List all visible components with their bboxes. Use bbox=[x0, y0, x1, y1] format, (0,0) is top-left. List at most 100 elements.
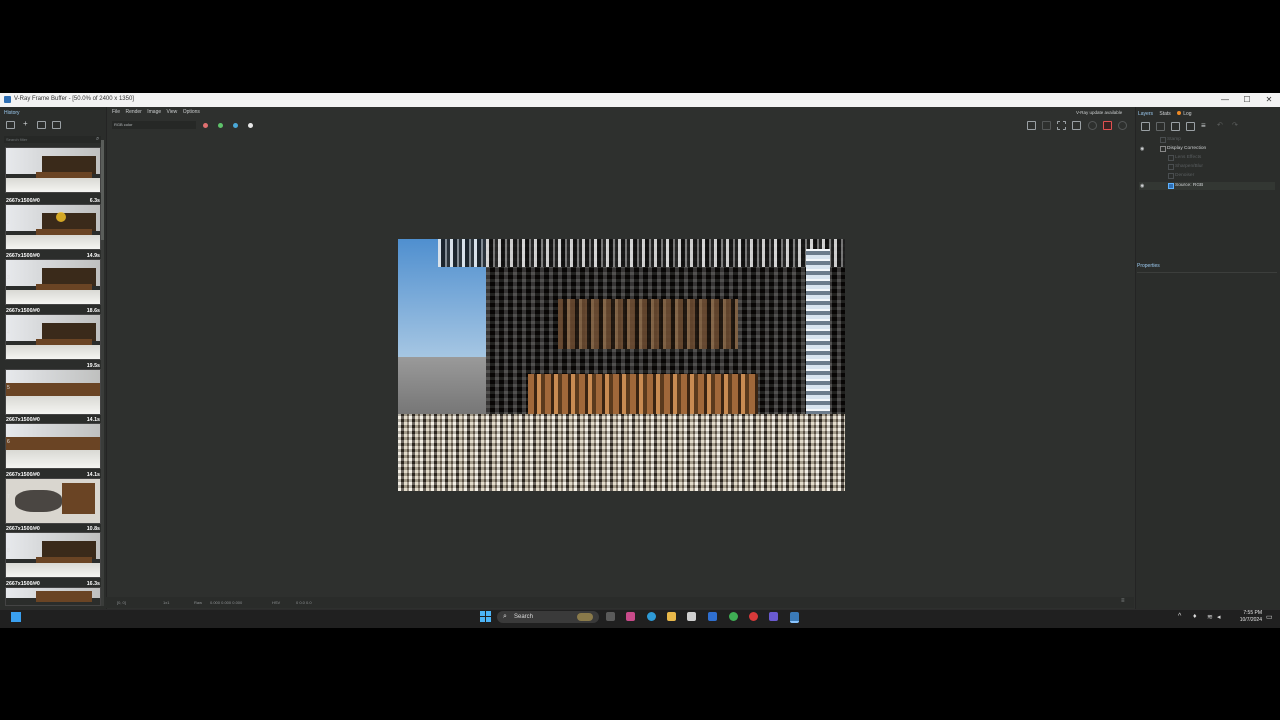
history-scrollbar-thumb[interactable] bbox=[101, 140, 104, 240]
menu-view[interactable]: View bbox=[167, 109, 178, 115]
clock-time: 7:55 PM bbox=[1243, 610, 1262, 616]
channel-select[interactable]: RGB color bbox=[112, 121, 196, 129]
layer-checkbox[interactable] bbox=[1160, 146, 1166, 152]
history-item-index: 3 bbox=[7, 275, 10, 281]
layer-denoiser[interactable]: Denoiser bbox=[1139, 172, 1275, 180]
opera-icon[interactable] bbox=[749, 612, 758, 621]
menu-bar: File Render Image View Options bbox=[112, 109, 204, 117]
menu-icon[interactable]: ≡ bbox=[1121, 598, 1125, 604]
mono-channel-toggle[interactable] bbox=[248, 123, 253, 128]
history-thumbnail[interactable] bbox=[5, 147, 101, 193]
render-ceiling-area bbox=[438, 239, 845, 267]
file-explorer-icon[interactable] bbox=[667, 612, 676, 621]
store-icon[interactable] bbox=[687, 612, 696, 621]
stop-render-icon[interactable] bbox=[1118, 121, 1127, 130]
edge-icon[interactable] bbox=[647, 612, 656, 621]
history-thumbnail[interactable] bbox=[5, 423, 101, 469]
tray-chevron-icon[interactable]: ^ bbox=[1178, 613, 1181, 620]
render-window-area bbox=[806, 249, 830, 419]
clock-date: 10/7/2024 bbox=[1239, 617, 1262, 623]
add-layer-icon[interactable] bbox=[1141, 122, 1150, 131]
eye-icon[interactable]: ◉ bbox=[1140, 146, 1146, 152]
redo-icon[interactable]: ↷ bbox=[1231, 122, 1240, 131]
region-render-icon[interactable] bbox=[1057, 121, 1066, 130]
history-search-input[interactable]: Search filter bbox=[4, 136, 101, 143]
red-channel-toggle[interactable] bbox=[203, 123, 208, 128]
load-layers-icon[interactable] bbox=[1186, 122, 1195, 131]
copy-image-icon[interactable] bbox=[1042, 121, 1051, 130]
menu-render[interactable]: Render bbox=[125, 109, 141, 115]
minimize-button[interactable]: — bbox=[1219, 95, 1231, 105]
history-thumbnail[interactable] bbox=[5, 259, 101, 305]
tab-stats[interactable]: Stats bbox=[1159, 111, 1170, 117]
menu-file[interactable]: File bbox=[112, 109, 120, 115]
history-thumbnail[interactable] bbox=[5, 369, 101, 415]
notification-icon[interactable]: ▭ bbox=[1266, 613, 1273, 621]
layer-checkbox[interactable] bbox=[1160, 137, 1166, 143]
remove-history-icon[interactable] bbox=[52, 121, 61, 129]
layer-source-rgb[interactable]: ◉ Source: RGB bbox=[1139, 182, 1275, 190]
history-item-index: 2 bbox=[7, 220, 10, 226]
tab-layers[interactable]: Layers bbox=[1138, 111, 1153, 117]
undo-icon[interactable]: ↶ bbox=[1216, 122, 1225, 131]
wifi-icon[interactable]: ≋ bbox=[1207, 613, 1213, 621]
search-highlight-icon bbox=[577, 613, 593, 621]
history-thumbnail[interactable] bbox=[5, 314, 101, 360]
chrome-icon[interactable] bbox=[729, 612, 738, 621]
maximize-button[interactable]: ☐ bbox=[1241, 95, 1253, 105]
render-viewport[interactable] bbox=[398, 239, 845, 491]
render-counter-area bbox=[558, 299, 738, 349]
hsv-select[interactable]: HSV bbox=[272, 600, 280, 605]
layer-display-correction[interactable]: ◉ Display Correction bbox=[1139, 145, 1275, 153]
teams-icon[interactable] bbox=[769, 612, 778, 621]
history-item-index: 5 bbox=[7, 385, 10, 391]
status-bar: [0, 0] 1x1 Raw 0.000 0.000 0.000 HSV 0 0… bbox=[106, 597, 1134, 608]
search-icon: ⌕ bbox=[96, 136, 100, 142]
history-thumbnail[interactable] bbox=[5, 204, 101, 250]
taskbar-clock[interactable]: 7:55 PM 10/7/2024 bbox=[1232, 610, 1262, 624]
microphone-icon[interactable]: ♦ bbox=[1193, 613, 1197, 620]
layer-sharpen-blur[interactable]: Sharpen/Blur bbox=[1139, 163, 1275, 171]
layer-checkbox[interactable] bbox=[1168, 164, 1174, 170]
history-thumbnail[interactable] bbox=[5, 478, 101, 524]
task-view-icon[interactable] bbox=[606, 612, 615, 621]
volume-icon[interactable]: ◂ bbox=[1217, 613, 1221, 621]
desktop-start-icon[interactable] bbox=[11, 612, 21, 622]
save-image-icon[interactable] bbox=[1027, 121, 1036, 130]
layer-lens-effects[interactable]: Lens Effects bbox=[1139, 154, 1275, 162]
vray-taskbar-icon[interactable] bbox=[790, 612, 799, 623]
update-notice[interactable]: V-Ray update available bbox=[1076, 110, 1122, 115]
mail-icon[interactable] bbox=[708, 612, 717, 621]
raw-label: Raw bbox=[194, 600, 203, 605]
close-button[interactable]: ✕ bbox=[1263, 95, 1275, 105]
history-tab[interactable]: History bbox=[4, 110, 20, 116]
layer-checkbox[interactable] bbox=[1168, 173, 1174, 179]
history-thumbnail[interactable] bbox=[5, 587, 101, 606]
taskbar-search[interactable]: ⌕ Search bbox=[497, 611, 599, 623]
windows-start-icon[interactable] bbox=[480, 611, 492, 623]
save-history-icon[interactable] bbox=[6, 121, 15, 129]
layer-stamp[interactable]: Stamp bbox=[1139, 136, 1275, 144]
save-layers-icon[interactable] bbox=[1171, 122, 1180, 131]
green-channel-toggle[interactable] bbox=[218, 123, 223, 128]
ipr-icon[interactable] bbox=[1088, 121, 1097, 130]
menu-options[interactable]: Options bbox=[183, 109, 200, 115]
layer-list-icon[interactable]: ≡ bbox=[1201, 121, 1210, 131]
properties-divider bbox=[1137, 272, 1277, 273]
tab-log[interactable]: Log bbox=[1177, 111, 1196, 117]
layer-checkbox[interactable] bbox=[1168, 155, 1174, 161]
compare-history-icon[interactable]: + bbox=[21, 119, 30, 129]
app-icon[interactable] bbox=[626, 612, 635, 621]
render-teapot-icon[interactable] bbox=[1103, 121, 1112, 130]
blue-channel-toggle[interactable] bbox=[233, 123, 238, 128]
right-panel-tabs: Layers Stats Log bbox=[1138, 111, 1202, 117]
menu-image[interactable]: Image bbox=[147, 109, 161, 115]
track-mouse-icon[interactable] bbox=[1072, 121, 1081, 130]
sample-mode-select[interactable]: 1x1 bbox=[163, 600, 169, 605]
load-history-icon[interactable] bbox=[37, 121, 46, 129]
history-thumbnail[interactable] bbox=[5, 532, 101, 578]
source-layer-icon bbox=[1168, 183, 1174, 189]
delete-layer-icon[interactable] bbox=[1156, 122, 1165, 131]
eye-icon[interactable]: ◉ bbox=[1140, 183, 1146, 189]
properties-header[interactable]: Properties bbox=[1137, 263, 1277, 272]
